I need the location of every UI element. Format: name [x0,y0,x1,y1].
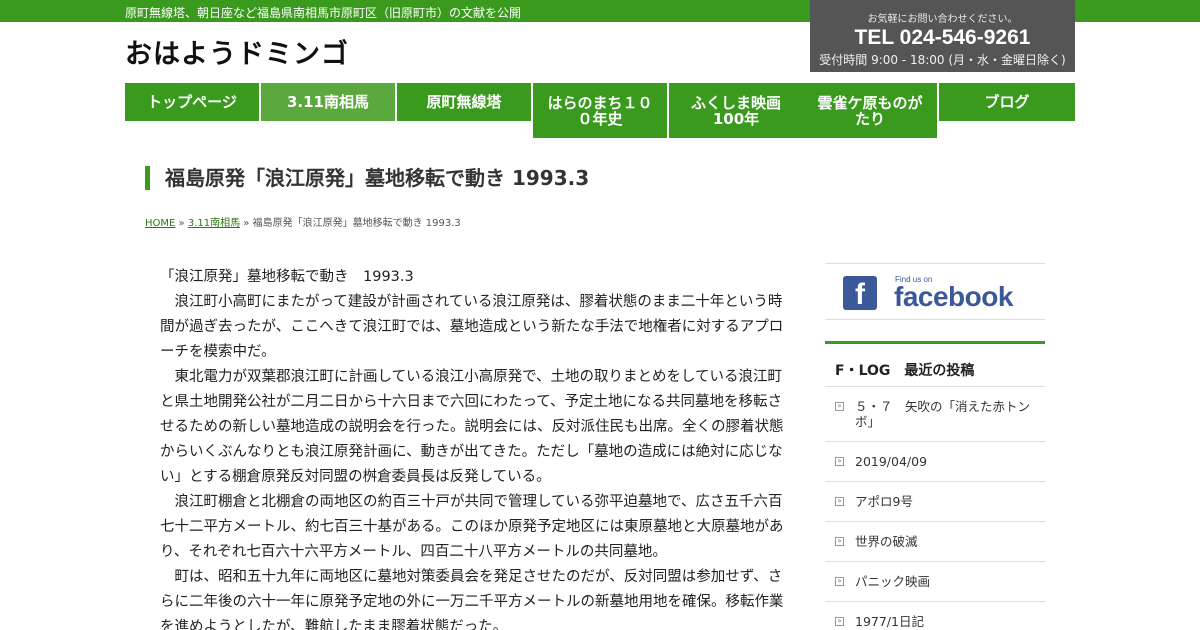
recent-post-item[interactable]: » ５・７ 矢吹の「消えた赤トンボ」 [825,387,1045,442]
breadcrumb-category-link[interactable]: 3.11南相馬 [188,218,240,229]
article-paragraph: 浪江町小高町にまたがって建設が計画されている浪江原発は、膠着状態のまま二十年とい… [160,294,784,360]
chevron-right-icon: » [835,497,844,506]
chevron-right-icon: » [835,617,844,626]
chevron-right-icon: » [835,457,844,466]
recent-post-item[interactable]: » アポロ9号 [825,482,1045,522]
breadcrumb: HOME » 3.11南相馬 » 福島原発「浪江原発」墓地移転で動き 1993.… [145,214,461,229]
breadcrumb-separator: » [240,218,253,229]
contact-hours: 受付時間 9:00 - 18:00 (月・水・金曜日除く) [819,53,1066,67]
recent-post-item[interactable]: » パニック映画 [825,562,1045,602]
nav-item-top-page[interactable]: トップページ [125,83,259,121]
recent-post-link[interactable]: 2019/04/09 [855,454,927,469]
site-description: 原町無線塔、朝日座など福島県南相馬市原町区（旧原町市）の文献を公開 [125,6,522,20]
article-paragraph: 東北電力が双葉郡浪江町に計画している浪江小高原発で、土地の取りまとめをしている浪… [160,369,784,485]
post-title-block: 福島原発「浪江原発」墓地移転で動き 1993.3 [145,166,589,190]
sidebar: f Find us on facebook F・LOG 最近の投稿 » ５・７ 矢… [825,263,1045,630]
chevron-right-icon: » [835,402,844,411]
recent-post-item[interactable]: » 1977/1日記 [825,602,1045,630]
global-nav: トップページ 3.11南相馬 原町無線塔 はらのまち１００年史 ふくしま映画10… [125,83,1075,139]
recent-post-item[interactable]: » 2019/04/09 [825,442,1045,482]
article-paragraph: 「浪江原発」墓地移転で動き 1993.3 [160,269,414,285]
facebook-wordmark: facebook [894,281,1013,312]
article-paragraph: 町は、昭和五十九年に両地区に墓地対策委員会を発足させたのだが、反対同盟は参加せず… [160,569,784,630]
recent-post-link[interactable]: ５・７ 矢吹の「消えた赤トンボ」 [855,399,1030,429]
nav-item-311-minamisoma[interactable]: 3.11南相馬 [261,83,395,121]
article-body: 「浪江原発」墓地移転で動き 1993.3 浪江町小高町にまたがって建設が計画され… [160,265,792,630]
chevron-right-icon: » [835,537,844,546]
contact-note: お気軽にお問い合わせください。 [867,14,1018,25]
facebook-banner[interactable]: f Find us on facebook [825,263,1045,320]
recent-post-link[interactable]: 1977/1日記 [855,614,924,629]
nav-item-haramachi-radio-tower[interactable]: 原町無線塔 [397,83,531,121]
chevron-right-icon: » [835,577,844,586]
nav-item-haranomachi-history[interactable]: はらのまち１００年史 [533,83,667,138]
contact-phone[interactable]: TEL 024-546-9261 [810,26,1075,50]
recent-post-link[interactable]: 世界の破滅 [855,534,918,549]
nav-item-fukushima-cinema[interactable]: ふくしま映画100年 [669,83,803,138]
recent-posts-title: F・LOG 最近の投稿 [825,341,1045,387]
recent-post-item[interactable]: » 世界の破滅 [825,522,1045,562]
article-paragraph: 浪江町棚倉と北棚倉の両地区の約百三十戸が共同で管理している弥平迫墓地で、広さ五千… [160,494,784,560]
contact-box: お気軽にお問い合わせください。 TEL 024-546-9261 受付時間 9:… [810,0,1075,72]
recent-posts-list: » ５・７ 矢吹の「消えた赤トンボ」 » 2019/04/09 » アポロ9号 » 世界… [825,387,1045,630]
recent-post-link[interactable]: パニック映画 [855,574,930,589]
breadcrumb-current: 福島原発「浪江原発」墓地移転で動き 1993.3 [252,218,461,229]
breadcrumb-home-link[interactable]: HOME [145,218,175,229]
nav-item-hibarigahara-story[interactable]: 雲雀ケ原ものがたり [803,83,937,138]
post-title: 福島原発「浪江原発」墓地移転で動き 1993.3 [165,166,590,190]
nav-item-blog[interactable]: ブログ [939,83,1075,121]
site-title[interactable]: おはようドミンゴ [125,32,349,71]
recent-post-link[interactable]: アポロ9号 [855,494,913,509]
facebook-icon: f [843,276,877,310]
breadcrumb-separator: » [175,218,188,229]
